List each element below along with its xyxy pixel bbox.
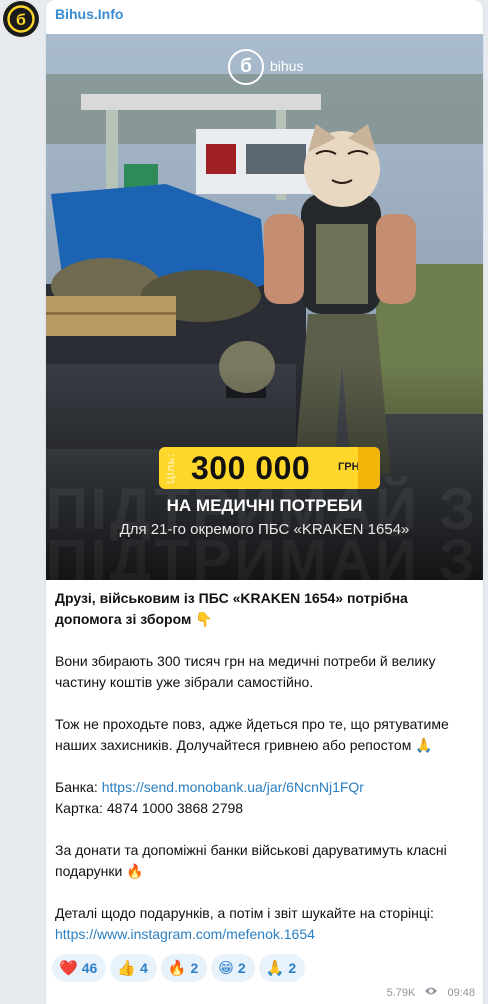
message-text: Друзі, військовим із ПБС «KRAKEN 1654» п… [55,588,475,945]
thumbs-up-icon: 👍 [117,960,136,977]
channel-name[interactable]: Bihus.Info [55,6,123,22]
message-meta: 5.79K 09:48 [387,986,475,1000]
goal-badge-edge [358,447,380,489]
pray-icon: 🙏 [265,960,285,977]
message-paragraph-2: Вони збирають 300 тисяч грн на медичні п… [55,653,436,690]
message-paragraph-3: Тож не проходьте повз, адже йдеться про … [55,716,449,753]
heart-icon: ❤️ [59,960,78,977]
instagram-link[interactable]: https://www.instagram.com/mefenok.1654 [55,926,315,942]
reaction-count: 4 [139,960,148,976]
monobank-link[interactable]: https://send.monobank.ua/jar/6NcnNj1FQr [102,779,364,795]
reaction-pray[interactable]: 🙏 2 [258,954,306,982]
reaction-heart[interactable]: ❤️ 46 [52,954,107,982]
message-card: Bihus.Info ПІДТРИМАЙ З ПІДТРИМАЙ З б bih… [46,0,483,1004]
eye-icon [424,986,438,1000]
reactions-bar: ❤️ 46 👍 4 🔥 2 😁 2 🙏 2 [52,954,309,982]
goal-currency: ГРН [338,461,360,473]
view-count: 5.79K [386,986,416,999]
bihus-logo-icon: б [228,49,264,85]
reaction-fire[interactable]: 🔥 2 [160,954,208,982]
bihus-logo-icon: б [4,2,38,36]
goal-amount: 300 000 [191,450,311,486]
goal-prefix: Ціль: [165,452,177,484]
message-paragraph-5: За донати та допоміжні банки військові д… [55,842,447,879]
post-photo[interactable]: ПІДТРИМАЙ ЗБІР ПІДТРИМАЙ ЗБІР б bihus Ці… [46,34,483,580]
grin-icon: 😁 [218,960,234,977]
message-time: 09:48 [447,986,475,999]
photo-headline: НА МЕДИЧНІ ПОТРЕБИ [166,496,363,515]
message-intro: Друзі, військовим із ПБС «KRAKEN 1654» п… [55,590,408,627]
photo-subline: Для 21-го окремого ПБС «KRAKEN 1654» [119,521,410,538]
avatar-glyph: б [16,12,26,29]
bank-line: Банка: https://send.monobank.ua/jar/6Ncn… [55,777,475,798]
bank-label: Банка: [55,779,98,795]
bihus-logo-word: bihus [270,58,304,74]
goal-badge: Ціль: 300 000 ГРН [159,447,380,489]
fire-icon: 🔥 [167,960,187,977]
reaction-count: 2 [237,960,246,976]
channel-avatar[interactable]: б [2,0,40,38]
reaction-thumbs-up[interactable]: 👍 4 [110,954,157,982]
reaction-grin[interactable]: 😁 2 [211,954,255,982]
message-paragraph-6: Деталі щодо подарунків, а потім і звіт ш… [55,905,434,921]
reaction-count: 2 [190,960,199,976]
card-line: Картка: 4874 1000 3868 2798 [55,800,244,816]
reaction-count: 46 [81,960,98,976]
reaction-count: 2 [288,960,297,976]
